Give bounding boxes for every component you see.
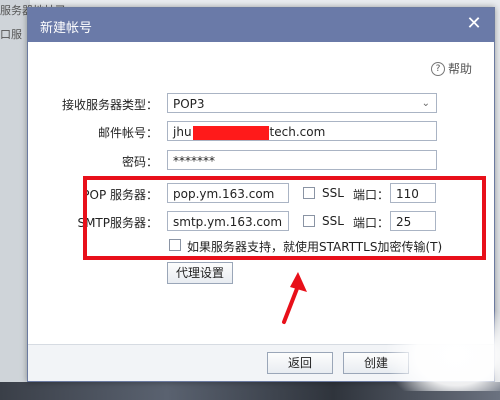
new-account-dialog: 新建帐号 ✕ ? 帮助 接收服务器类型： POP3 ⌄ 邮件帐号： jhu tec… (27, 7, 500, 391)
background-side-panel (0, 0, 30, 400)
watermark-glow (384, 301, 500, 391)
background-text-2: 口服 (0, 28, 22, 41)
back-button[interactable]: 返回 (267, 352, 333, 374)
